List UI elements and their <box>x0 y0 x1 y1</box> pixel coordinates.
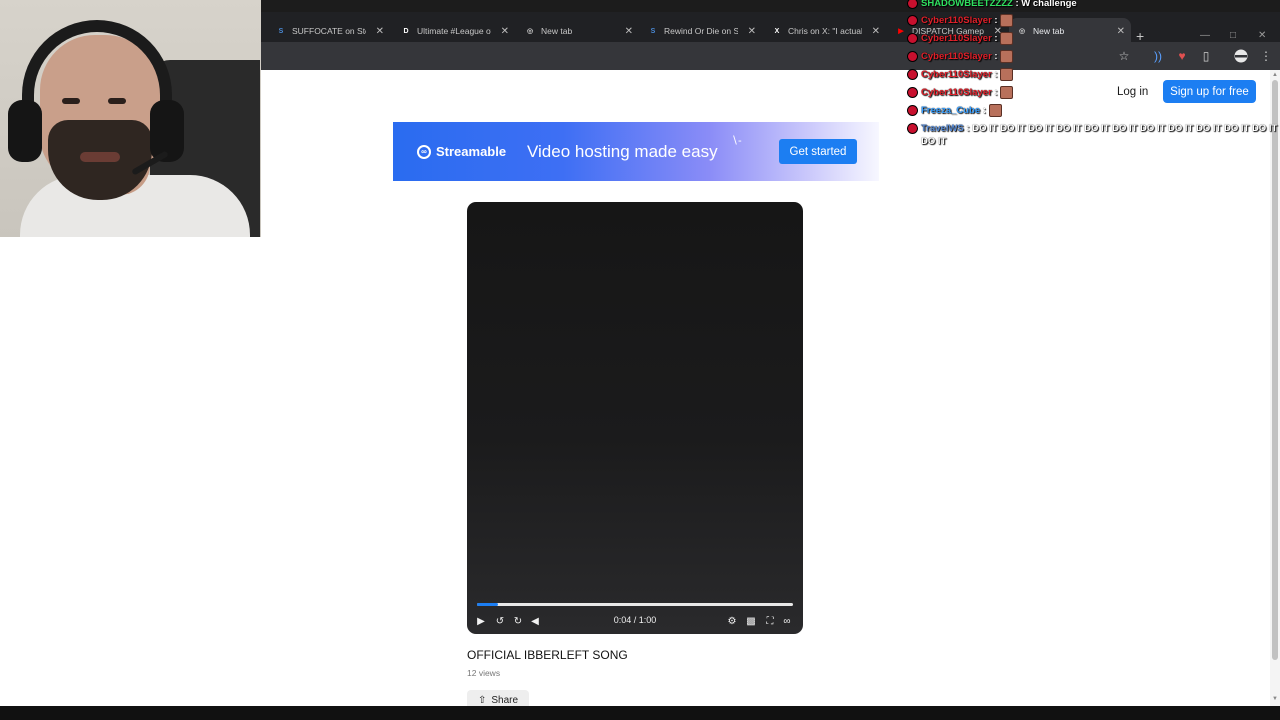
ad-banner[interactable]: ∞ Streamable Video hosting made easy ∖‐ … <box>393 122 879 181</box>
chat-badge-icon <box>908 124 917 133</box>
browser-tab[interactable]: X Chris on X: "I actually ✕ <box>764 18 886 44</box>
tab-close-icon[interactable]: ✕ <box>748 26 756 37</box>
streamable-logo-icon[interactable]: ∞ <box>780 614 794 628</box>
progress-bar[interactable] <box>477 603 793 606</box>
tab-title: SUFFOCATE on Steam <box>292 26 366 36</box>
chat-message: Freeza_Cube : <box>908 104 1280 117</box>
chat-badge-icon <box>908 16 917 25</box>
share-icon: ⇧ <box>477 694 487 706</box>
steam-icon: S <box>650 27 656 35</box>
tab-close-icon[interactable]: ✕ <box>376 26 384 37</box>
streamable-logo-icon: ∞ <box>417 144 431 159</box>
chrome-icon: ◎ <box>526 28 534 35</box>
banner-tagline: Video hosting made easy <box>527 141 718 161</box>
chat-text: DO IT DO IT DO IT DO IT DO IT DO IT DO I… <box>921 123 1278 147</box>
video-player[interactable]: ▶ ↺ ↻ ◀ 0:04 / 1:00 ⚙ ▩ ⛶ ∞ <box>467 202 803 634</box>
discord-icon: D <box>403 27 409 35</box>
chat-username[interactable]: Cyber110Slayer <box>921 15 992 26</box>
chat-badge-icon <box>908 0 917 8</box>
progress-fill <box>477 603 499 606</box>
tab-title: Ultimate #League of <box>417 26 491 36</box>
chat-emote-icon <box>1000 86 1014 99</box>
timecode: 0:04 / 1:00 <box>613 615 657 625</box>
chat-username[interactable]: SHADOWBEETZZZZ <box>921 0 1013 9</box>
pip-icon[interactable]: ▩ <box>744 614 758 628</box>
tab-title: New tab <box>541 26 573 36</box>
chat-badge-icon <box>908 52 917 61</box>
tab-title: Chris on X: "I actually <box>788 26 862 36</box>
scroll-down-icon[interactable]: ▼ <box>1272 696 1278 702</box>
chat-username[interactable]: Cyber110Slayer <box>921 69 992 80</box>
taskbar <box>0 706 1280 720</box>
chat-badge-icon <box>908 106 917 115</box>
banner-brand-name: Streamable <box>436 144 507 159</box>
rewind-icon[interactable]: ↺ <box>493 614 507 628</box>
share-label: Share <box>491 694 519 706</box>
chat-message: Cyber110Slayer : <box>908 32 1280 45</box>
chat-emote-icon <box>988 104 1002 117</box>
browser-tab[interactable]: D Ultimate #League of ✕ <box>393 18 515 44</box>
get-started-button[interactable]: Get started <box>779 139 857 164</box>
volume-icon[interactable]: ◀ <box>528 614 542 628</box>
chat-username[interactable]: TravelWS <box>921 123 964 134</box>
chat-message: TravelWS : DO IT DO IT DO IT DO IT DO IT… <box>908 122 1280 148</box>
chat-emote-icon <box>1000 32 1014 45</box>
fullscreen-icon[interactable]: ⛶ <box>763 614 777 628</box>
chat-emote-icon <box>1000 50 1014 63</box>
chat-emote-icon <box>1000 14 1014 27</box>
view-count: 12 views <box>467 668 501 678</box>
chat-username[interactable]: Cyber110Slayer <box>921 33 992 44</box>
forward-icon[interactable]: ↻ <box>511 614 525 628</box>
tab-title: Rewind Or Die on Ste <box>664 26 738 36</box>
youtube-icon: ▶ <box>898 28 904 35</box>
chat-message: Cyber110Slayer : <box>908 86 1280 99</box>
chat-badge-icon <box>908 34 917 43</box>
x-icon: X <box>774 27 780 35</box>
chat-username[interactable]: Cyber110Slayer <box>921 87 992 98</box>
sparkle-icon: ∖‐ <box>731 135 742 147</box>
chat-text: W challenge <box>1021 0 1077 9</box>
chat-emote-icon <box>1000 68 1014 81</box>
scrollbar-thumb[interactable] <box>1272 80 1278 660</box>
video-title: OFFICIAL IBBERLEFT SONG <box>467 648 628 662</box>
screen: + — □ ✕ SSUFFOCATE on Steam✕DUltimate #L… <box>0 0 1280 720</box>
tab-close-icon[interactable]: ✕ <box>872 26 880 37</box>
chat-message: SHADOWBEETZZZZ : W challenge <box>908 0 1280 10</box>
chat-message: Cyber110Slayer : <box>908 50 1280 63</box>
banner-brand: ∞ Streamable <box>417 122 506 181</box>
page-scrollbar[interactable]: ▲ ▼ <box>1270 70 1280 706</box>
tab-close-icon[interactable]: ✕ <box>501 26 509 37</box>
tab-close-icon[interactable]: ✕ <box>625 26 633 37</box>
steam-icon: S <box>278 27 284 35</box>
chat-username[interactable]: Cyber110Slayer <box>921 51 992 62</box>
browser-tab[interactable]: S SUFFOCATE on Steam ✕ <box>268 18 390 44</box>
chat-username[interactable]: Freeza_Cube <box>921 105 980 116</box>
chat-badge-icon <box>908 70 917 79</box>
chat-badge-icon <box>908 88 917 97</box>
webcam-overlay <box>0 0 261 237</box>
settings-icon[interactable]: ⚙ <box>725 614 739 628</box>
chat-message: Cyber110Slayer : <box>908 14 1280 27</box>
browser-tab[interactable]: S Rewind Or Die on Ste ✕ <box>640 18 762 44</box>
browser-tab[interactable]: ◎ New tab ✕ <box>517 18 639 44</box>
chat-message: Cyber110Slayer : <box>908 68 1280 81</box>
play-icon[interactable]: ▶ <box>474 614 488 628</box>
